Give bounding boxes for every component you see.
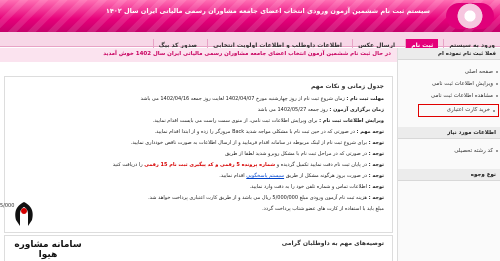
- note-line-start: توجه : برای شروع ثبت نام از لینک مربوطه …: [130, 140, 384, 146]
- sidebar-item-view-info[interactable]: مشاهده اطلاعات ثبت نامی: [398, 90, 500, 102]
- note-line-exam-date: زمان برگزاری آزمون : روز جمعه 1402/05/27…: [257, 107, 384, 113]
- sidebar-heading-required-info: اطلاعات مورد نیاز: [398, 127, 500, 139]
- header-ornament: [0, 0, 500, 32]
- sidebar-heading: فعلا ثبت نام نموده ام: [398, 48, 500, 60]
- note-line-contact: توجه : اطلاعات تماس و شماره تلفن خود را …: [249, 184, 384, 190]
- top-nav: ورود به سیستم ثبت نام ارسال عکس اطلاعات …: [0, 32, 500, 53]
- site-header: سیستم ثبت نام ششمین آزمون ورودی انتخاب ا…: [0, 0, 500, 32]
- sidebar: فعلا ثبت نام نموده ام صفحه اصلی ویرایش ا…: [397, 48, 500, 261]
- note-line-edit-info: ویرایش اطلاعات ثبت نام : برای ویرایش اطل…: [152, 118, 384, 124]
- emblem-logo-icon: [446, 3, 494, 29]
- panel-title: جدول زمانی و نکات مهم: [311, 83, 384, 90]
- recommendations-title: توصیه‌های مهم به داوطلبان گرامی: [281, 240, 384, 247]
- note-line-support: توجه : در صورت بروز هرگونه مشکل از طریق …: [219, 173, 384, 179]
- sidebar-item-edit-info[interactable]: ویرایش اطلاعات ثبت نامی: [398, 78, 500, 90]
- note-line-tracking-code: توجه : در پایان ثبت نام دقت نمایید تکمیل…: [112, 162, 384, 168]
- bullet-icon: [496, 71, 498, 73]
- sidebar-item-buy-credit-card[interactable]: خرید کارت اعتباری: [418, 104, 499, 117]
- sidebar-heading-fees: نوع وجوه: [398, 169, 500, 181]
- watermark-text: سامانه مشاوره هیوا: [14, 240, 82, 260]
- page: سیستم ثبت نام ششمین آزمون ورودی انتخاب ا…: [0, 0, 500, 261]
- bullet-icon: [493, 110, 495, 112]
- note-line-registration-period: مهلت ثبت نام : زمان شروع ثبت نام از روز …: [140, 96, 384, 102]
- welcome-text: در حال ثبت نام ششمین آزمون انتخاب اعضای …: [103, 51, 391, 57]
- watermark-logo-icon: [15, 202, 33, 226]
- sidebar-item-field-code[interactable]: کد رشته تحصیلی: [398, 145, 500, 157]
- note-line-problem: توجه : در صورتی که در مراحل ثبت نام با م…: [225, 151, 384, 157]
- welcome-notice: در حال ثبت نام ششمین آزمون انتخاب اعضای …: [0, 48, 397, 63]
- sidebar-item-home[interactable]: صفحه اصلی: [398, 66, 500, 78]
- bullet-icon: [496, 95, 498, 97]
- support-system-link[interactable]: سیستم پاسخگویی: [246, 173, 284, 179]
- bullet-icon: [496, 83, 498, 85]
- bullet-icon: [496, 150, 498, 152]
- watermark: سامانه مشاوره هیوا: [4, 200, 92, 260]
- note-line-back-warning: توجه مهم : در صورتی که در حین ثبت نام با…: [154, 129, 384, 135]
- site-title: سیستم ثبت نام ششمین آزمون ورودی انتخاب ا…: [105, 7, 430, 15]
